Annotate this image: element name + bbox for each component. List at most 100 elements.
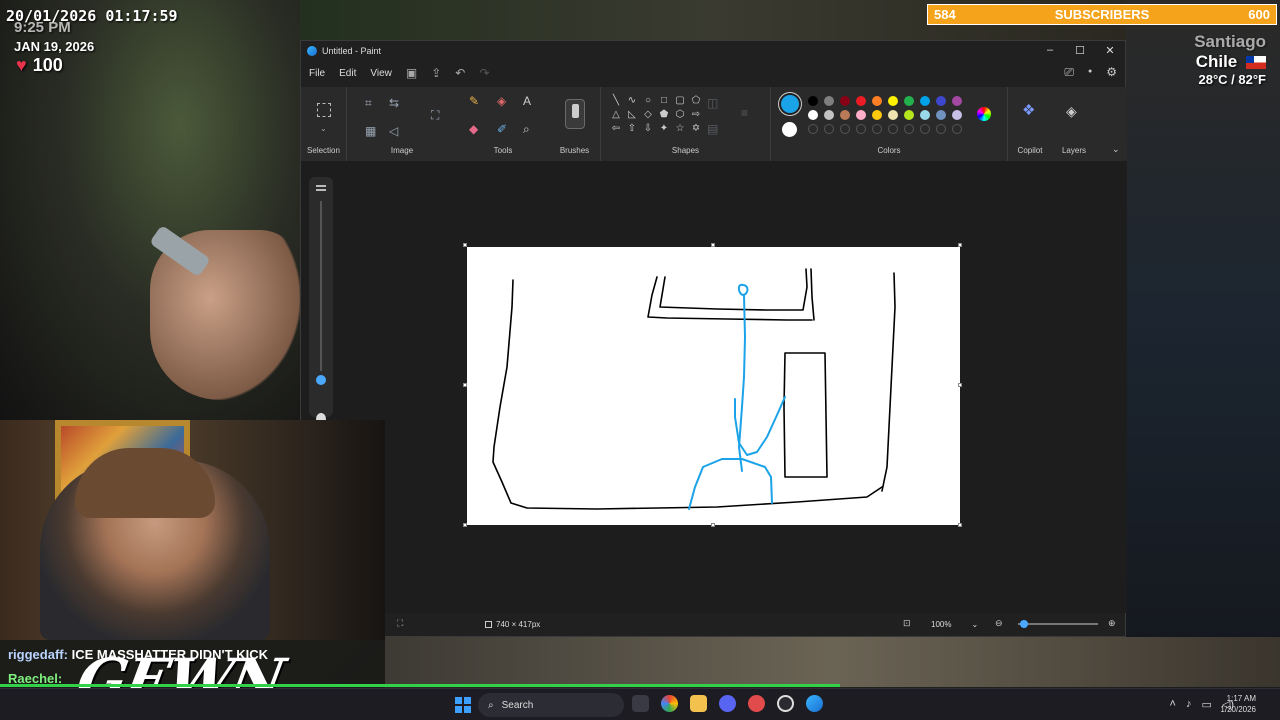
maximize-button[interactable]: ☐ — [1065, 41, 1095, 59]
copilot-icon[interactable]: ❖ — [1022, 103, 1035, 118]
rounded-rectangle-icon[interactable]: ▢ — [673, 95, 687, 107]
up-arrow-icon[interactable]: ⇧ — [625, 123, 639, 135]
color-swatch[interactable] — [808, 96, 818, 106]
zoom-slider-knob[interactable] — [1020, 620, 1028, 628]
color-wheel-icon[interactable] — [977, 107, 991, 121]
brush-selector-button[interactable] — [565, 99, 585, 129]
empty-color-slot[interactable] — [904, 124, 914, 134]
transparent-select-icon[interactable]: ▦ — [365, 125, 376, 137]
empty-color-slot[interactable] — [936, 124, 946, 134]
fit-to-window-icon[interactable]: ⊡ — [903, 618, 911, 629]
hexagon-icon[interactable]: ⬡ — [673, 109, 687, 121]
resize-handle-bottom-left[interactable] — [463, 523, 467, 527]
task-view-icon[interactable] — [632, 695, 649, 712]
drawing-canvas[interactable] — [467, 247, 960, 525]
color-swatch[interactable] — [888, 110, 898, 120]
color-swatch[interactable] — [952, 96, 962, 106]
resize-handle-top[interactable] — [711, 243, 715, 247]
shape-fill-icon[interactable]: ▤ — [707, 123, 718, 135]
right-triangle-icon[interactable]: ◺ — [625, 109, 639, 121]
layers-icon[interactable]: ◈ — [1066, 104, 1077, 118]
crop-icon[interactable]: ⌗ — [365, 97, 372, 109]
pentagon-icon[interactable]: ⬟ — [657, 109, 671, 121]
rectangle-select-icon[interactable] — [317, 103, 331, 117]
taskbar-clock[interactable]: 1:17 AM 1/20/2026 — [1220, 693, 1256, 715]
zoom-dropdown-icon[interactable]: ⌄ — [971, 620, 978, 629]
resize-handle-left[interactable] — [463, 383, 467, 387]
color-swatch[interactable] — [920, 96, 930, 106]
chevron-up-icon[interactable]: ˄ — [1170, 698, 1176, 711]
secondary-color-swatch[interactable] — [782, 122, 797, 137]
app-icon-red[interactable] — [748, 695, 765, 712]
color-swatch[interactable] — [856, 110, 866, 120]
menu-view[interactable]: View — [370, 66, 392, 81]
color-picker-icon[interactable]: ✐ — [497, 123, 507, 135]
announcement-icon[interactable]: ⎚ — [1064, 65, 1074, 80]
clock-app-icon[interactable] — [777, 695, 794, 712]
oval-icon[interactable]: ○ — [641, 95, 655, 107]
zoom-control[interactable]: 100% ⌄ — [931, 620, 978, 629]
rectangle-icon[interactable]: □ — [657, 95, 671, 107]
color-swatch[interactable] — [888, 96, 898, 106]
color-swatch[interactable] — [936, 110, 946, 120]
zoom-out-icon[interactable]: ⊖ — [995, 618, 1003, 629]
zoom-in-icon[interactable]: ⊕ — [1108, 618, 1116, 629]
color-swatch[interactable] — [824, 110, 834, 120]
five-point-star-icon[interactable]: ☆ — [673, 123, 687, 135]
empty-color-slot[interactable] — [824, 124, 834, 134]
menu-file[interactable]: File — [309, 66, 325, 81]
primary-color-swatch[interactable] — [781, 95, 799, 113]
paint-taskbar-icon[interactable] — [806, 695, 823, 712]
stroke-size-icon[interactable]: ≡ — [741, 107, 748, 119]
color-swatch[interactable] — [872, 96, 882, 106]
color-swatch[interactable] — [808, 110, 818, 120]
color-swatch[interactable] — [904, 110, 914, 120]
text-icon[interactable]: A — [523, 95, 531, 107]
resize-handle-bottom[interactable] — [711, 523, 715, 527]
start-button[interactable] — [455, 697, 471, 713]
microphone-icon[interactable]: ♪ — [1186, 698, 1192, 711]
size-slider-track[interactable] — [320, 201, 322, 371]
left-arrow-icon[interactable]: ⇦ — [609, 123, 623, 135]
discord-icon[interactable] — [719, 695, 736, 712]
fill-bucket-icon[interactable]: ◈ — [497, 95, 506, 107]
zoom-slider-track[interactable] — [1018, 623, 1098, 625]
triangle-icon[interactable]: △ — [609, 109, 623, 121]
down-arrow-icon[interactable]: ⇩ — [641, 123, 655, 135]
empty-color-slot[interactable] — [920, 124, 930, 134]
empty-color-slot[interactable] — [808, 124, 818, 134]
resize-handle-right[interactable] — [958, 383, 962, 387]
empty-color-slot[interactable] — [888, 124, 898, 134]
undo-icon[interactable]: ↶ — [455, 66, 465, 80]
settings-gear-icon[interactable]: ⚙ — [1106, 65, 1117, 80]
image-select-icon[interactable]: ⛶ — [431, 109, 439, 121]
six-point-star-icon[interactable]: ✡ — [689, 123, 703, 135]
rotate-icon[interactable]: ◁ — [389, 125, 398, 137]
empty-color-slot[interactable] — [840, 124, 850, 134]
magnifier-icon[interactable]: ⌕ — [523, 123, 530, 135]
resize-icon[interactable]: ⇆ — [389, 97, 399, 109]
network-icon[interactable]: ▭ — [1201, 698, 1211, 711]
four-point-star-icon[interactable]: ✦ — [657, 123, 671, 135]
resize-handle-top-right[interactable] — [958, 243, 962, 247]
color-swatch[interactable] — [920, 110, 930, 120]
file-explorer-icon[interactable] — [690, 695, 707, 712]
resize-handle-top-left[interactable] — [463, 243, 467, 247]
size-slider-knob[interactable] — [316, 375, 326, 385]
share-icon[interactable]: ⇪ — [431, 66, 441, 80]
color-swatch[interactable] — [952, 110, 962, 120]
line-icon[interactable]: ╲ — [609, 95, 623, 107]
color-swatch[interactable] — [872, 110, 882, 120]
color-swatch[interactable] — [856, 96, 866, 106]
curve-icon[interactable]: ∿ — [625, 95, 639, 107]
color-swatch[interactable] — [824, 96, 834, 106]
account-icon[interactable]: ● — [1088, 65, 1092, 80]
color-swatch[interactable] — [936, 96, 946, 106]
right-arrow-icon[interactable]: ⇨ — [689, 109, 703, 121]
polygon-icon[interactable]: ⬠ — [689, 95, 703, 107]
redo-icon[interactable]: ↷ — [479, 66, 489, 80]
eraser-icon[interactable]: ◆ — [469, 123, 478, 135]
color-swatch[interactable] — [904, 96, 914, 106]
save-icon[interactable]: ▣ — [406, 66, 417, 80]
pencil-icon[interactable]: ✎ — [469, 95, 479, 107]
